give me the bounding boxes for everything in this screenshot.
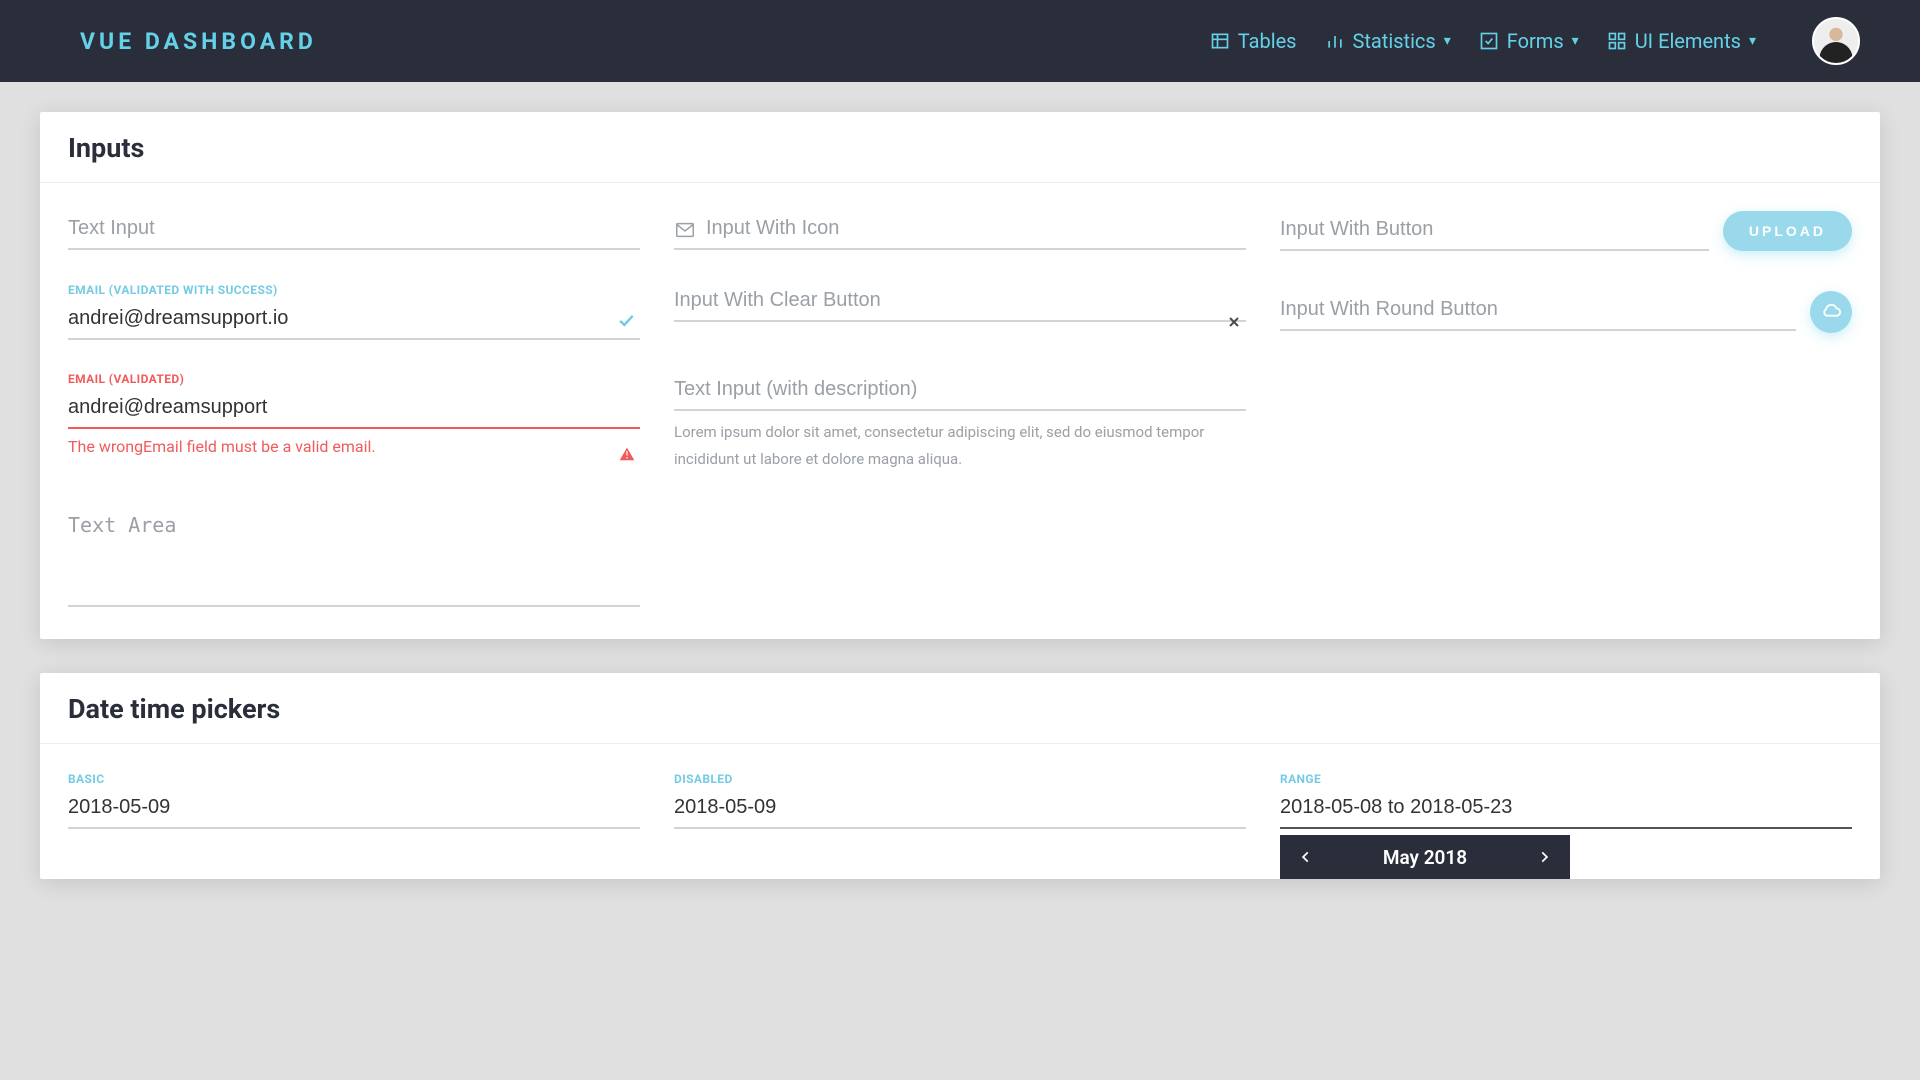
cloud-icon xyxy=(1820,301,1842,323)
app-header: VUE DASHBOARD Tables Statistics ▾ Forms … xyxy=(0,0,1920,82)
nav-forms[interactable]: Forms ▾ xyxy=(1479,29,1579,53)
nav-statistics[interactable]: Statistics ▾ xyxy=(1325,29,1451,53)
upload-button[interactable]: UPLOAD xyxy=(1723,211,1852,251)
bar-chart-icon xyxy=(1325,31,1345,51)
basic-date-field: BASIC xyxy=(68,772,640,879)
warning-icon xyxy=(618,445,636,463)
card-body: BASIC DISABLED RANGE May 2018 xyxy=(40,744,1880,879)
grid-icon xyxy=(1607,31,1627,51)
cloud-button[interactable] xyxy=(1810,291,1852,333)
range-date-input[interactable] xyxy=(1280,790,1852,829)
main-nav: Tables Statistics ▾ Forms ▾ UI Elements … xyxy=(1210,17,1860,65)
card-header: Inputs xyxy=(40,112,1880,183)
empty-cell xyxy=(674,505,1246,611)
card-title: Inputs xyxy=(68,132,1852,164)
envelope-icon xyxy=(674,219,696,241)
basic-date-input[interactable] xyxy=(68,790,640,829)
card-body: UPLOAD EMAIL (VALIDATED WITH SUCCESS) xyxy=(40,183,1880,639)
nav-label: Tables xyxy=(1238,29,1297,53)
chevron-down-icon: ▾ xyxy=(1572,33,1579,49)
email-success-field: EMAIL (VALIDATED WITH SUCCESS) xyxy=(68,283,640,340)
text-input[interactable] xyxy=(68,211,640,250)
avatar[interactable] xyxy=(1812,17,1860,65)
email-error-input[interactable] xyxy=(68,390,640,429)
desc-input-field: Lorem ipsum dolor sit amet, consectetur … xyxy=(674,372,1246,473)
round-button-input-field xyxy=(1280,283,1852,340)
icon-input[interactable] xyxy=(706,211,1246,248)
nav-ui-elements[interactable]: UI Elements ▾ xyxy=(1607,29,1756,53)
close-icon[interactable] xyxy=(1226,314,1242,330)
chevron-down-icon: ▾ xyxy=(1749,33,1756,49)
text-input-field xyxy=(68,211,640,251)
inputs-card: Inputs xyxy=(40,112,1880,639)
button-input-field: UPLOAD xyxy=(1280,211,1852,251)
datetime-card: Date time pickers BASIC DISABLED RANGE xyxy=(40,673,1880,879)
nav-label: UI Elements xyxy=(1635,29,1741,53)
calendar-header: May 2018 xyxy=(1280,835,1570,879)
empty-cell xyxy=(1280,372,1852,473)
card-header: Date time pickers xyxy=(40,673,1880,744)
prev-month-button[interactable] xyxy=(1294,845,1318,869)
next-month-button[interactable] xyxy=(1532,845,1556,869)
icon-input-field xyxy=(674,211,1246,251)
check-icon xyxy=(616,310,636,330)
range-date-field: RANGE May 2018 xyxy=(1280,772,1852,879)
round-button-input[interactable] xyxy=(1280,292,1796,331)
button-input[interactable] xyxy=(1280,212,1709,251)
field-label: BASIC xyxy=(68,772,640,786)
disabled-date-input xyxy=(674,790,1246,829)
error-message: The wrongEmail field must be a valid ema… xyxy=(68,437,640,456)
nav-label: Forms xyxy=(1507,29,1564,53)
textarea-field xyxy=(68,505,640,611)
nav-label: Statistics xyxy=(1353,29,1436,53)
email-error-field: EMAIL (VALIDATED) The wrongEmail field m… xyxy=(68,372,640,473)
field-label: DISABLED xyxy=(674,772,1246,786)
brand-logo[interactable]: VUE DASHBOARD xyxy=(80,28,317,55)
chevron-down-icon: ▾ xyxy=(1444,33,1451,49)
textarea-input[interactable] xyxy=(68,505,640,607)
field-label: EMAIL (VALIDATED) xyxy=(68,372,640,386)
card-title: Date time pickers xyxy=(68,693,1852,725)
empty-cell xyxy=(1280,505,1852,611)
field-label: EMAIL (VALIDATED WITH SUCCESS) xyxy=(68,283,640,297)
clear-input-field xyxy=(674,283,1246,340)
nav-tables[interactable]: Tables xyxy=(1210,29,1297,53)
disabled-date-field: DISABLED xyxy=(674,772,1246,879)
table-icon xyxy=(1210,31,1230,51)
page-content: Inputs xyxy=(0,82,1920,943)
calendar-title: May 2018 xyxy=(1383,846,1467,869)
checkbox-icon xyxy=(1479,31,1499,51)
email-success-input[interactable] xyxy=(68,301,640,340)
input-description: Lorem ipsum dolor sit amet, consectetur … xyxy=(674,419,1246,473)
field-label: RANGE xyxy=(1280,772,1852,786)
clear-input[interactable] xyxy=(674,283,1246,322)
desc-input[interactable] xyxy=(674,372,1246,411)
